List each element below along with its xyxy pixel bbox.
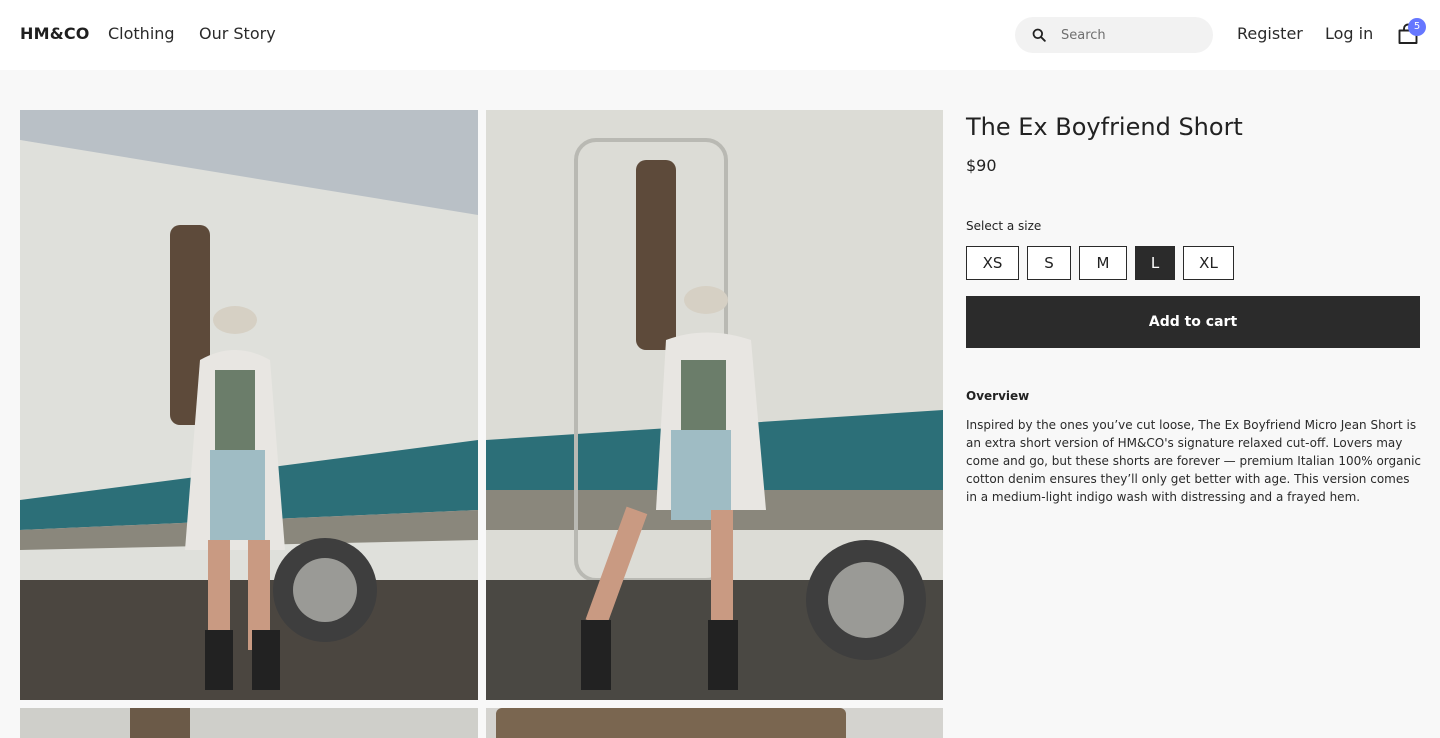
product-price: $90 — [966, 156, 997, 175]
size-label: Select a size — [966, 219, 1042, 233]
size-option-l[interactable]: L — [1135, 246, 1175, 280]
product-photo-1[interactable] — [20, 110, 478, 700]
size-option-s[interactable]: S — [1027, 246, 1071, 280]
product-photo-3[interactable] — [20, 708, 478, 738]
site-header: HM&CO Clothing Our Story Register Log in… — [0, 0, 1440, 70]
login-link[interactable]: Log in — [1325, 24, 1373, 43]
nav-our-story[interactable]: Our Story — [199, 24, 276, 43]
search-icon — [1032, 28, 1046, 42]
overview-text: Inspired by the ones you’ve cut loose, T… — [966, 418, 1422, 504]
search-input[interactable] — [1061, 17, 1201, 53]
register-link[interactable]: Register — [1237, 24, 1303, 43]
size-option-xl[interactable]: XL — [1183, 246, 1234, 280]
overview-heading: Overview — [966, 389, 1030, 403]
product-title: The Ex Boyfriend Short — [966, 113, 1243, 141]
product-photo-2[interactable] — [486, 110, 943, 700]
add-to-cart-button[interactable]: Add to cart — [966, 296, 1420, 348]
size-option-m[interactable]: M — [1079, 246, 1127, 280]
cart-count-badge: 5 — [1408, 18, 1426, 36]
nav-clothing[interactable]: Clothing — [108, 24, 175, 43]
search-box[interactable] — [1015, 17, 1213, 53]
product-photo-4[interactable] — [486, 708, 943, 738]
size-option-xs[interactable]: XS — [966, 246, 1019, 280]
site-logo[interactable]: HM&CO — [20, 24, 90, 43]
